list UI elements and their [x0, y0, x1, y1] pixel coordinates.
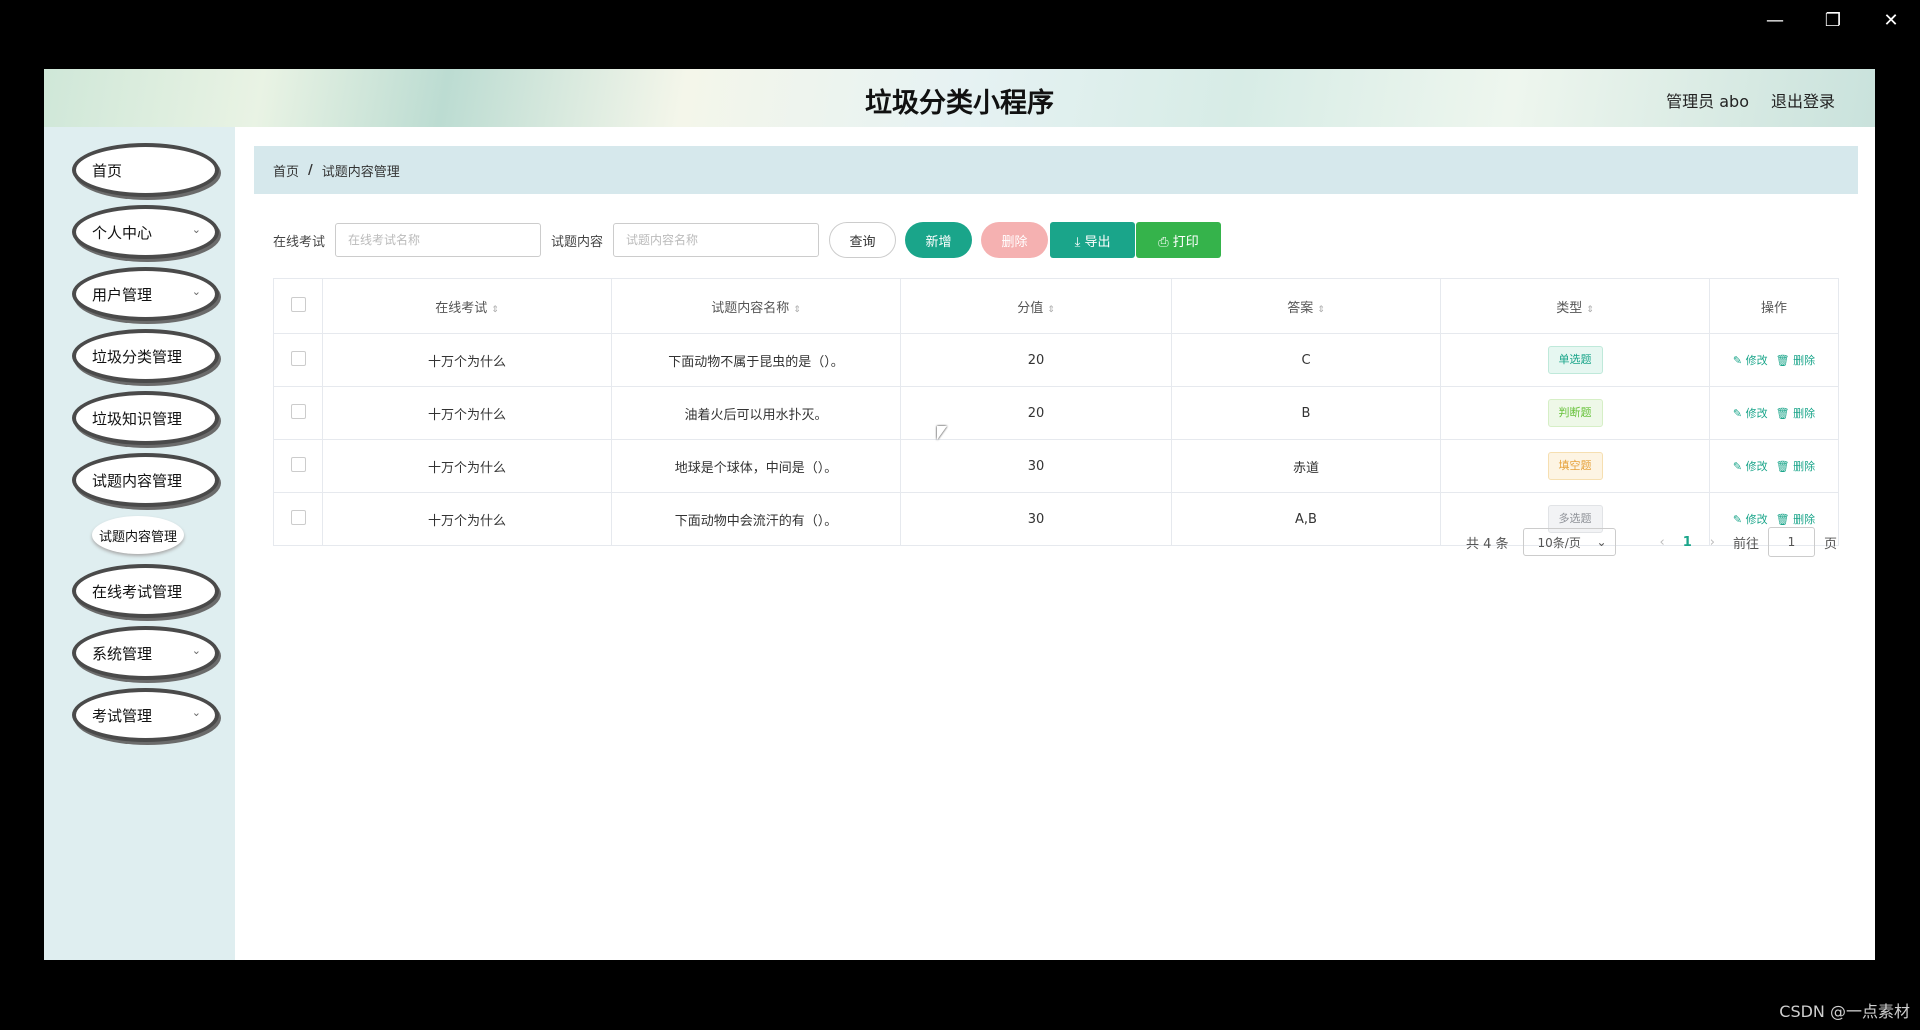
- chevron-down-icon: ⌄: [1596, 535, 1607, 549]
- row-checkbox[interactable]: [290, 456, 306, 472]
- sidebar-item-home[interactable]: 首页: [72, 143, 219, 197]
- sort-icon: ⇕: [1047, 304, 1055, 315]
- prev-page-button[interactable]: ‹: [1660, 535, 1665, 550]
- sidebar-item-exam-management[interactable]: 考试管理 ⌄: [72, 688, 219, 742]
- content-filter-input[interactable]: [613, 223, 820, 257]
- sidebar-item-system-management[interactable]: 系统管理 ⌄: [72, 626, 219, 680]
- col-exam[interactable]: 在线考试 ⇕: [322, 278, 612, 334]
- select-all-checkbox[interactable]: [290, 296, 306, 312]
- current-user: 管理员 abo: [1666, 92, 1749, 111]
- close-button[interactable]: ✕: [1862, 0, 1920, 40]
- type-tag: 判断题: [1547, 399, 1603, 427]
- sort-icon: ⇕: [491, 304, 499, 315]
- export-button[interactable]: ⤓ 导出: [1050, 222, 1136, 258]
- cell-exam: 十万个为什么: [322, 333, 612, 387]
- content-filter-label: 试题内容: [551, 234, 604, 250]
- edit-button[interactable]: ✎ 修改: [1733, 460, 1768, 473]
- sidebar: 首页 个人中心 ⌄ 用户管理 ⌄ 垃圾分类管理 垃圾知识管理 试题内容管理 试题内容…: [44, 127, 235, 960]
- cell-score: 20: [900, 333, 1172, 387]
- chevron-down-icon: ⌄: [191, 223, 201, 236]
- select-all-cell: [273, 278, 323, 334]
- table-row: 十万个为什么 油着火后可以用水扑灭。 20 B 判断题 ✎ 修改 🗑 删除: [273, 386, 1839, 440]
- row-delete-button[interactable]: 🗑 删除: [1776, 460, 1815, 473]
- cell-content: 下面动物中会流汗的有（）。: [611, 492, 901, 546]
- window-controls: — ❐ ✕: [1746, 0, 1920, 40]
- question-table: 在线考试 ⇕ 试题内容名称 ⇕ 分值 ⇕ 答案 ⇕ 类型 ⇕ 操作 十万个为什么 下面动物…: [273, 278, 1839, 546]
- type-tag: 单选题: [1547, 346, 1603, 374]
- sidebar-item-question-content[interactable]: 试题内容管理: [72, 453, 219, 507]
- cell-answer: B: [1171, 386, 1441, 440]
- page-suffix: 页: [1823, 536, 1837, 552]
- exam-filter-input[interactable]: [335, 223, 542, 257]
- breadcrumb-separator: /: [308, 162, 313, 178]
- main-content: 首页 / 试题内容管理 在线考试 试题内容 查询 新增 删除 ⤓ 导出 ⎙ 打印…: [235, 127, 1875, 960]
- cell-score: 30: [900, 439, 1172, 493]
- cell-content: 下面动物不属于昆虫的是（）。: [611, 333, 901, 387]
- cell-content: 油着火后可以用水扑灭。: [611, 386, 901, 440]
- col-type[interactable]: 类型 ⇕: [1440, 278, 1710, 334]
- sidebar-item-garbage-category[interactable]: 垃圾分类管理: [72, 329, 219, 383]
- col-actions: 操作: [1709, 278, 1839, 334]
- sort-icon: ⇕: [1586, 304, 1594, 315]
- top-bar: 垃圾分类小程序 管理员 abo 退出登录: [44, 69, 1875, 127]
- breadcrumb-current: 试题内容管理: [321, 164, 400, 180]
- cell-answer: 赤道: [1171, 439, 1441, 493]
- delete-button[interactable]: 删除: [981, 222, 1049, 258]
- cell-answer: C: [1171, 333, 1441, 387]
- app-title: 垃圾分类小程序: [865, 88, 1054, 119]
- sidebar-item-user-management[interactable]: 用户管理 ⌄: [72, 267, 219, 321]
- row-checkbox[interactable]: [290, 403, 306, 419]
- app-window: 垃圾分类小程序 管理员 abo 退出登录 首页 个人中心 ⌄ 用户管理 ⌄ 垃圾分类…: [44, 69, 1875, 960]
- pagination: 共 4 条 10条/页 ⌄ ‹ 1 › 前往 1 页: [1466, 527, 1837, 557]
- page-number[interactable]: 1: [1683, 535, 1692, 550]
- row-delete-button[interactable]: 🗑 删除: [1776, 354, 1815, 367]
- sidebar-item-garbage-knowledge[interactable]: 垃圾知识管理: [72, 391, 219, 445]
- row-checkbox[interactable]: [290, 350, 306, 366]
- goto-label: 前往: [1732, 536, 1759, 552]
- row-checkbox[interactable]: [290, 509, 306, 525]
- table-header-row: 在线考试 ⇕ 试题内容名称 ⇕ 分值 ⇕ 答案 ⇕ 类型 ⇕ 操作: [273, 278, 1839, 334]
- cell-exam: 十万个为什么: [322, 492, 612, 546]
- edit-button[interactable]: ✎ 修改: [1733, 354, 1768, 367]
- edit-button[interactable]: ✎ 修改: [1733, 513, 1768, 526]
- breadcrumb: 首页 / 试题内容管理: [254, 146, 1858, 194]
- row-delete-button[interactable]: 🗑 删除: [1776, 513, 1815, 526]
- print-button[interactable]: ⎙ 打印: [1136, 222, 1222, 258]
- restore-button[interactable]: ❐: [1804, 0, 1862, 40]
- mouse-cursor: [937, 426, 947, 440]
- type-tag: 填空题: [1547, 452, 1603, 480]
- col-content[interactable]: 试题内容名称 ⇕: [611, 278, 901, 334]
- edit-button[interactable]: ✎ 修改: [1733, 407, 1768, 420]
- chevron-down-icon: ⌄: [191, 285, 201, 298]
- cell-exam: 十万个为什么: [322, 386, 612, 440]
- csdn-watermark: CSDN @一点素材: [1779, 1002, 1910, 1021]
- logout-link[interactable]: 退出登录: [1771, 88, 1835, 112]
- query-button[interactable]: 查询: [829, 222, 897, 258]
- exam-filter-label: 在线考试: [273, 234, 326, 250]
- add-button[interactable]: 新增: [905, 222, 973, 258]
- col-answer[interactable]: 答案 ⇕: [1171, 278, 1441, 334]
- cell-answer: A,B: [1171, 492, 1441, 546]
- next-page-button[interactable]: ›: [1710, 535, 1715, 550]
- cell-score: 30: [900, 492, 1172, 546]
- filter-bar: 在线考试 试题内容 查询 新增 删除 ⤓ 导出 ⎙ 打印: [273, 222, 1222, 258]
- sort-icon: ⇕: [1317, 304, 1325, 315]
- cell-content: 地球是个球体，中间是（）。: [611, 439, 901, 493]
- sort-icon: ⇕: [793, 304, 801, 315]
- total-count: 共 4 条: [1465, 536, 1509, 552]
- sidebar-subitem-question-content[interactable]: 试题内容管理: [92, 516, 184, 554]
- sidebar-item-personal-center[interactable]: 个人中心 ⌄: [72, 205, 219, 259]
- cell-exam: 十万个为什么: [322, 439, 612, 493]
- goto-page-input[interactable]: 1: [1767, 527, 1815, 557]
- table-row: 十万个为什么 地球是个球体，中间是（）。 30 赤道 填空题 ✎ 修改 🗑 删除: [273, 439, 1839, 493]
- row-delete-button[interactable]: 🗑 删除: [1776, 407, 1815, 420]
- col-score[interactable]: 分值 ⇕: [900, 278, 1172, 334]
- minimize-button[interactable]: —: [1746, 0, 1804, 40]
- chevron-down-icon: ⌄: [191, 706, 201, 719]
- page-size-select[interactable]: 10条/页 ⌄: [1522, 528, 1616, 556]
- table-row: 十万个为什么 下面动物不属于昆虫的是（）。 20 C 单选题 ✎ 修改 🗑 删除: [273, 333, 1839, 387]
- sidebar-item-online-exam[interactable]: 在线考试管理: [72, 564, 219, 618]
- chevron-down-icon: ⌄: [191, 644, 201, 657]
- breadcrumb-home[interactable]: 首页: [273, 161, 299, 180]
